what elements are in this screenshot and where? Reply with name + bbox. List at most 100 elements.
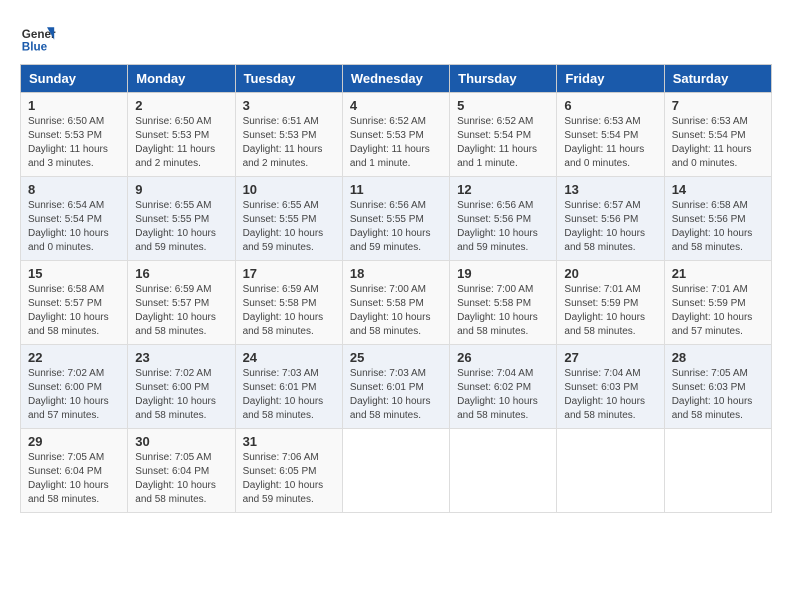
day-cell: 18 Sunrise: 7:00 AMSunset: 5:58 PMDayligh… (342, 261, 449, 345)
day-number: 25 (350, 350, 442, 365)
week-row-4: 22Sunrise: 7:02 AMSunset: 6:00 PMDayligh… (21, 345, 772, 429)
day-number: 16 (135, 266, 227, 281)
day-cell: 11 Sunrise: 6:56 AMSunset: 5:55 PMDayligh… (342, 177, 449, 261)
day-cell: 9Sunrise: 6:55 AMSunset: 5:55 PMDaylight… (128, 177, 235, 261)
day-cell: 14Sunrise: 6:58 AMSunset: 5:56 PMDayligh… (664, 177, 771, 261)
day-detail: Sunrise: 6:52 AMSunset: 5:53 PMDaylight:… (350, 115, 442, 171)
day-cell: 6Sunrise: 6:53 AMSunset: 5:54 PMDaylight… (557, 93, 664, 177)
day-number: 1 (28, 98, 120, 113)
day-detail: Sunrise: 7:05 AMSunset: 6:04 PMDaylight:… (135, 451, 227, 507)
day-cell: 15 Sunrise: 6:58 AMSunset: 5:57 PMDayligh… (21, 261, 128, 345)
day-cell: 20 Sunrise: 7:01 AMSunset: 5:59 PMDayligh… (557, 261, 664, 345)
day-cell: 25 Sunrise: 7:03 AMSunset: 6:01 PMDayligh… (342, 345, 449, 429)
day-cell: 10 Sunrise: 6:55 AMSunset: 5:55 PMDayligh… (235, 177, 342, 261)
day-detail: Sunrise: 7:01 AMSunset: 5:59 PMDaylight:… (564, 283, 656, 339)
day-cell (557, 429, 664, 513)
day-number: 5 (457, 98, 549, 113)
day-number: 17 (243, 266, 335, 281)
day-cell: 24 Sunrise: 7:03 AMSunset: 6:01 PMDayligh… (235, 345, 342, 429)
day-detail: Sunrise: 7:02 AMSunset: 6:00 PMDaylight:… (28, 367, 120, 423)
day-number: 9 (135, 182, 227, 197)
day-detail: Sunrise: 7:04 AMSunset: 6:03 PMDaylight:… (564, 367, 656, 423)
day-cell: 5Sunrise: 6:52 AMSunset: 5:54 PMDaylight… (450, 93, 557, 177)
day-number: 12 (457, 182, 549, 197)
day-number: 8 (28, 182, 120, 197)
logo-icon: General Blue (20, 20, 56, 56)
day-number: 11 (350, 182, 442, 197)
weekday-sunday: Sunday (21, 65, 128, 93)
weekday-monday: Monday (128, 65, 235, 93)
day-cell: 3Sunrise: 6:51 AMSunset: 5:53 PMDaylight… (235, 93, 342, 177)
day-detail: Sunrise: 6:50 AMSunset: 5:53 PMDaylight:… (135, 115, 227, 171)
weekday-friday: Friday (557, 65, 664, 93)
day-detail: Sunrise: 7:00 AMSunset: 5:58 PMDaylight:… (457, 283, 549, 339)
week-row-2: 8 Sunrise: 6:54 AMSunset: 5:54 PMDaylight… (21, 177, 772, 261)
day-detail: Sunrise: 7:02 AMSunset: 6:00 PMDaylight:… (135, 367, 227, 423)
day-cell: 29 Sunrise: 7:05 AMSunset: 6:04 PMDayligh… (21, 429, 128, 513)
day-cell: 1 Sunrise: 6:50 AMSunset: 5:53 PMDaylight… (21, 93, 128, 177)
day-detail: Sunrise: 7:00 AMSunset: 5:58 PMDaylight:… (350, 283, 442, 339)
day-number: 29 (28, 434, 120, 449)
calendar-table: SundayMondayTuesdayWednesdayThursdayFrid… (20, 64, 772, 513)
day-detail: Sunrise: 7:03 AMSunset: 6:01 PMDaylight:… (243, 367, 335, 423)
day-number: 14 (672, 182, 764, 197)
logo: General Blue (20, 20, 60, 56)
week-row-5: 29 Sunrise: 7:05 AMSunset: 6:04 PMDayligh… (21, 429, 772, 513)
day-cell: 8 Sunrise: 6:54 AMSunset: 5:54 PMDaylight… (21, 177, 128, 261)
svg-text:Blue: Blue (22, 41, 48, 54)
page-container: General Blue SundayMondayTuesdayWednesda… (20, 20, 772, 513)
day-number: 15 (28, 266, 120, 281)
day-cell (664, 429, 771, 513)
header: General Blue (20, 20, 772, 56)
day-detail: Sunrise: 7:05 AMSunset: 6:04 PMDaylight:… (28, 451, 120, 507)
day-detail: Sunrise: 7:05 AMSunset: 6:03 PMDaylight:… (672, 367, 764, 423)
day-cell: 26 Sunrise: 7:04 AMSunset: 6:02 PMDayligh… (450, 345, 557, 429)
day-detail: Sunrise: 6:53 AMSunset: 5:54 PMDaylight:… (672, 115, 764, 171)
day-detail: Sunrise: 6:59 AMSunset: 5:57 PMDaylight:… (135, 283, 227, 339)
day-detail: Sunrise: 7:03 AMSunset: 6:01 PMDaylight:… (350, 367, 442, 423)
day-cell: 17 Sunrise: 6:59 AMSunset: 5:58 PMDayligh… (235, 261, 342, 345)
day-cell: 2Sunrise: 6:50 AMSunset: 5:53 PMDaylight… (128, 93, 235, 177)
day-cell: 30 Sunrise: 7:05 AMSunset: 6:04 PMDayligh… (128, 429, 235, 513)
day-detail: Sunrise: 6:53 AMSunset: 5:54 PMDaylight:… (564, 115, 656, 171)
day-number: 18 (350, 266, 442, 281)
day-cell: 21 Sunrise: 7:01 AMSunset: 5:59 PMDayligh… (664, 261, 771, 345)
day-detail: Sunrise: 6:54 AMSunset: 5:54 PMDaylight:… (28, 199, 120, 255)
day-number: 19 (457, 266, 549, 281)
weekday-thursday: Thursday (450, 65, 557, 93)
day-detail: Sunrise: 6:58 AMSunset: 5:57 PMDaylight:… (28, 283, 120, 339)
day-detail: Sunrise: 6:59 AMSunset: 5:58 PMDaylight:… (243, 283, 335, 339)
day-detail: Sunrise: 6:56 AMSunset: 5:56 PMDaylight:… (457, 199, 549, 255)
day-number: 26 (457, 350, 549, 365)
day-cell: 23 Sunrise: 7:02 AMSunset: 6:00 PMDayligh… (128, 345, 235, 429)
day-detail: Sunrise: 7:01 AMSunset: 5:59 PMDaylight:… (672, 283, 764, 339)
day-number: 27 (564, 350, 656, 365)
weekday-wednesday: Wednesday (342, 65, 449, 93)
day-number: 20 (564, 266, 656, 281)
day-cell: 31 Sunrise: 7:06 AMSunset: 6:05 PMDayligh… (235, 429, 342, 513)
day-detail: Sunrise: 6:56 AMSunset: 5:55 PMDaylight:… (350, 199, 442, 255)
day-number: 23 (135, 350, 227, 365)
day-detail: Sunrise: 7:04 AMSunset: 6:02 PMDaylight:… (457, 367, 549, 423)
day-number: 24 (243, 350, 335, 365)
weekday-saturday: Saturday (664, 65, 771, 93)
weekday-header-row: SundayMondayTuesdayWednesdayThursdayFrid… (21, 65, 772, 93)
day-number: 30 (135, 434, 227, 449)
day-cell: 16 Sunrise: 6:59 AMSunset: 5:57 PMDayligh… (128, 261, 235, 345)
day-cell: 13 Sunrise: 6:57 AMSunset: 5:56 PMDayligh… (557, 177, 664, 261)
day-detail: Sunrise: 6:50 AMSunset: 5:53 PMDaylight:… (28, 115, 120, 171)
day-cell: 19 Sunrise: 7:00 AMSunset: 5:58 PMDayligh… (450, 261, 557, 345)
day-number: 10 (243, 182, 335, 197)
day-detail: Sunrise: 6:57 AMSunset: 5:56 PMDaylight:… (564, 199, 656, 255)
day-cell: 22Sunrise: 7:02 AMSunset: 6:00 PMDayligh… (21, 345, 128, 429)
week-row-1: 1 Sunrise: 6:50 AMSunset: 5:53 PMDaylight… (21, 93, 772, 177)
day-detail: Sunrise: 6:55 AMSunset: 5:55 PMDaylight:… (243, 199, 335, 255)
day-cell: 4Sunrise: 6:52 AMSunset: 5:53 PMDaylight… (342, 93, 449, 177)
day-number: 13 (564, 182, 656, 197)
day-detail: Sunrise: 7:06 AMSunset: 6:05 PMDaylight:… (243, 451, 335, 507)
day-cell: 28Sunrise: 7:05 AMSunset: 6:03 PMDayligh… (664, 345, 771, 429)
day-cell (450, 429, 557, 513)
day-number: 31 (243, 434, 335, 449)
day-number: 7 (672, 98, 764, 113)
day-number: 21 (672, 266, 764, 281)
